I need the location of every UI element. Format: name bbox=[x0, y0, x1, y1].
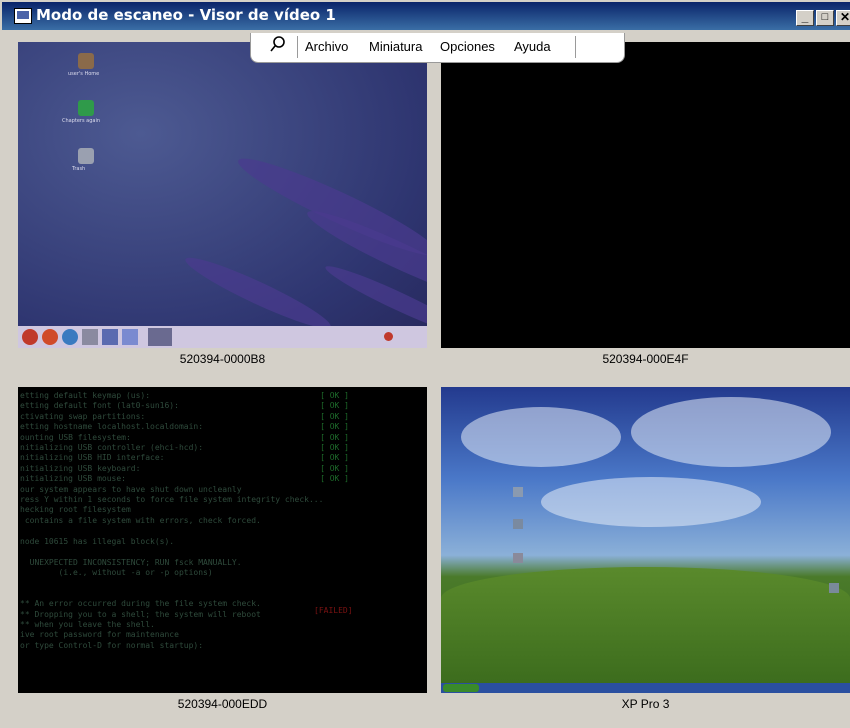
menu-miniatura[interactable]: Miniatura bbox=[369, 39, 422, 54]
console-line: nitializing USB controller (ehci-hcd): bbox=[20, 443, 204, 453]
xp-taskbar bbox=[441, 683, 850, 693]
workspace-switcher-icon bbox=[148, 328, 172, 346]
console-output: etting default keymap (us): etting defaul… bbox=[20, 391, 323, 651]
console-line: (i.e., without -a or -p options) bbox=[20, 567, 213, 577]
menu-opciones[interactable]: Opciones bbox=[440, 39, 495, 54]
menu-archivo[interactable]: Archivo bbox=[305, 39, 348, 54]
ok-status: [ OK ] bbox=[320, 432, 349, 442]
ok-status: [ OK ] bbox=[320, 453, 349, 463]
console-line: node 10615 has illegal block(s). bbox=[20, 536, 175, 546]
console-line: ress Y within 1 seconds to force file sy… bbox=[20, 495, 324, 505]
thumbnail-label-2: 520394-000E4F bbox=[602, 352, 689, 366]
maximize-button[interactable]: □ bbox=[816, 10, 834, 26]
home-folder-icon bbox=[78, 53, 94, 69]
console-line: ounting USB filesystem: bbox=[20, 432, 131, 442]
thumbnail-3[interactable]: etting default keymap (us): etting defaul… bbox=[18, 387, 427, 693]
console-line: nitializing USB HID interface: bbox=[20, 453, 165, 463]
console-line: etting default keymap (us): bbox=[20, 391, 151, 400]
xp-desktop-icon bbox=[513, 519, 523, 529]
recycle-icon bbox=[78, 100, 94, 116]
failed-status: [FAILED] bbox=[314, 606, 353, 615]
ok-status: [ OK ] bbox=[320, 391, 349, 400]
desktop-icon-label: Trash bbox=[72, 166, 86, 172]
title-bar: Modo de escaneo - Visor de vídeo 1 _ □ ✕ bbox=[0, 0, 850, 30]
desktop-icon-label: user's Home bbox=[68, 71, 100, 77]
ok-status: [ OK ] bbox=[320, 422, 349, 432]
console-line: ctivating swap partitions: bbox=[20, 411, 146, 421]
thumbnail-2[interactable] bbox=[441, 42, 850, 348]
recycle-bin-icon bbox=[829, 583, 839, 593]
ok-status: [ OK ] bbox=[320, 463, 349, 473]
console-line: ** An error occurred during the file sys… bbox=[20, 599, 261, 609]
console-line: our system appears to have shut down unc… bbox=[20, 484, 242, 494]
thumbnail-4[interactable] bbox=[441, 387, 850, 693]
pushpin-icon[interactable] bbox=[270, 36, 286, 56]
ok-status: [ OK ] bbox=[320, 411, 349, 421]
linux-panel bbox=[18, 326, 427, 348]
start-button[interactable] bbox=[443, 684, 479, 692]
console-line: etting hostname localhost.localdomain: bbox=[20, 422, 204, 432]
ok-status: [ OK ] bbox=[320, 401, 349, 411]
console-line: contains a file system with errors, chec… bbox=[20, 515, 261, 525]
settings-icon bbox=[122, 329, 138, 345]
ok-status: [ OK ] bbox=[320, 474, 349, 484]
ok-status: [ OK ] bbox=[320, 443, 349, 452]
document-icon bbox=[102, 329, 118, 345]
console-line: nitializing USB keyboard: bbox=[20, 463, 141, 473]
menu-ayuda[interactable]: Ayuda bbox=[514, 39, 551, 54]
app-icon bbox=[14, 8, 32, 24]
console-line: hecking root filesystem bbox=[20, 505, 131, 515]
console-line: ** Dropping you to a shell; the system w… bbox=[20, 609, 261, 619]
console-line: nitializing USB mouse: bbox=[20, 474, 126, 484]
minimize-button[interactable]: _ bbox=[796, 10, 814, 26]
window-title: Modo de escaneo - Visor de vídeo 1 bbox=[36, 6, 336, 24]
thumbnail-label-4: XP Pro 3 bbox=[621, 697, 670, 711]
thumbnail-label-1: 520394-0000B8 bbox=[179, 352, 266, 366]
close-button[interactable]: ✕ bbox=[836, 10, 850, 26]
browser-icon bbox=[42, 329, 58, 345]
redhat-icon bbox=[22, 329, 38, 345]
notification-icon bbox=[384, 332, 393, 341]
xp-desktop-icon bbox=[513, 553, 523, 563]
console-line: or type Control-D for normal startup): bbox=[20, 640, 204, 650]
menu-bar: Archivo Miniatura Opciones Ayuda bbox=[250, 33, 625, 63]
thumbnail-1[interactable]: user's Home Chapters again Trash bbox=[18, 42, 427, 348]
thumbnail-label-3: 520394-000EDD bbox=[177, 697, 268, 711]
console-line: ive root password for maintenance bbox=[20, 630, 179, 640]
console-line: etting default font (lat0-sun16): bbox=[20, 401, 179, 411]
console-line: UNEXPECTED INCONSISTENCY; RUN fsck MANUA… bbox=[20, 557, 242, 567]
xp-desktop-icon bbox=[513, 487, 523, 497]
console-line: ** when you leave the shell. bbox=[20, 619, 155, 629]
globe-icon bbox=[62, 329, 78, 345]
tool-icon bbox=[82, 329, 98, 345]
desktop-icon-label: Chapters again bbox=[62, 118, 101, 124]
trash-icon bbox=[78, 148, 94, 164]
